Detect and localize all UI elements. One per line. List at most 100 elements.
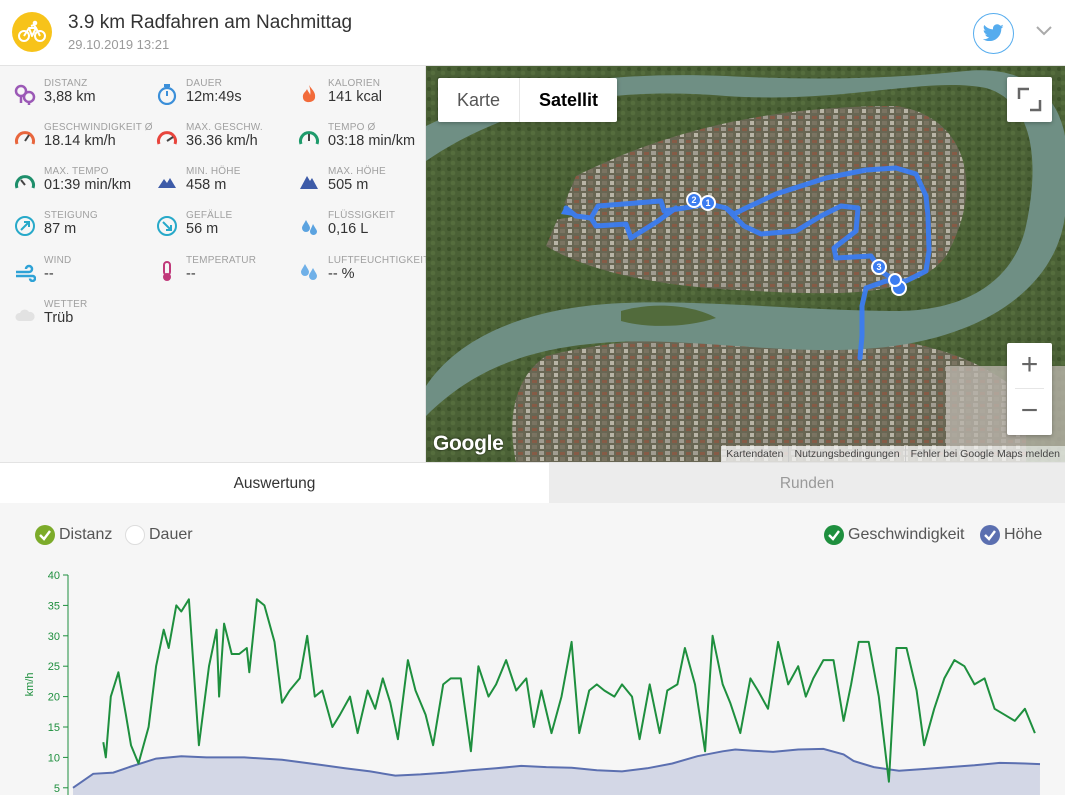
wind-icon [16,264,36,282]
y-tick-label: 15 [48,722,60,734]
y-tick-label: 40 [48,570,60,582]
stat-value: -- [186,266,196,282]
twitter-share-button[interactable] [973,13,1014,54]
y-axis-label: km/h [24,673,36,697]
stat-value: 505 m [328,177,369,193]
stat-descent: GEFÄLLE 56 m [142,210,284,250]
activity-header: 3.9 km Radfahren am Nachmittag 29.10.201… [0,0,1065,66]
report-error-link[interactable]: Fehler bei Google Maps melden [904,446,1065,462]
stat-value: 87 m [44,221,77,237]
satellite-imagery [426,66,1065,462]
zoom-in-button[interactable]: + [1007,343,1052,389]
distance-icon [14,84,36,105]
stopwatch-icon [157,84,177,105]
stat-wind: WIND -- [0,255,142,295]
flame-icon [302,85,316,103]
mountain-max-icon [300,176,318,189]
stat-value: Trüb [44,310,74,326]
tab-auswertung[interactable]: Auswertung [0,463,549,503]
y-tick-label: 30 [48,631,60,643]
stat-value: 01:39 min/km [44,177,132,193]
stat-label: MIN. HÖHE [186,166,241,177]
stat-label: MAX. TEMPO [44,166,109,177]
stat-label: GEFÄLLE [186,210,233,221]
stat-stopwatch: DAUER 12m:49s [142,78,284,118]
stat-mountain-min: MIN. HÖHE 458 m [142,166,284,206]
chevron-down-icon[interactable] [1036,26,1052,36]
descent-icon [157,216,177,236]
stat-label: FLÜSSIGKEIT [328,210,396,221]
route-marker-2[interactable]: 2 [686,192,702,208]
altitude-area [73,748,1040,795]
stat-label: MAX. HÖHE [328,166,386,177]
zoom-control: + − [1007,343,1052,435]
stat-cloud: WETTER Trüb [0,299,142,339]
zoom-divider [1015,388,1044,389]
stat-label: TEMPO Ø [328,122,376,133]
y-tick-label: 10 [48,752,60,764]
stat-speedometer-max: MAX. GESCHW. 36.36 km/h [142,122,284,162]
thermometer-icon [163,261,171,281]
route-map[interactable]: 12 3 Karte Satellit + − Google Kartendate… [426,66,1065,462]
stat-ascent: STEIGUNG 87 m [0,210,142,250]
stat-flame: KALORIEN 141 kcal [284,78,426,118]
activity-title: 3.9 km Radfahren am Nachmittag [68,12,353,33]
stat-label: GESCHWINDIGKEIT Ø [44,122,153,133]
analysis-tabs: Auswertung Runden [0,462,1065,503]
stat-value: 56 m [186,221,219,237]
route-marker-1[interactable]: 1 [700,195,716,211]
water-drops-icon [302,220,317,235]
stat-label: LUFTFEUCHTIGKEIT [328,255,430,266]
fullscreen-button[interactable] [1007,77,1052,122]
humidity-icon [301,264,317,280]
stat-water-drops: FLÜSSIGKEIT 0,16 L [284,210,426,250]
stat-label: WETTER [44,299,88,310]
y-tick-label: 35 [48,600,60,612]
stat-label: KALORIEN [328,78,381,89]
route-marker-3[interactable]: 3 [871,259,887,275]
speedometer-max-icon [157,131,177,145]
google-logo: Google [433,432,504,455]
map-type-satellit[interactable]: Satellit [519,78,617,122]
cloud-icon [15,309,35,321]
stat-label: WIND [44,255,72,266]
stat-value: 458 m [186,177,227,193]
y-tick-label: 20 [48,692,60,704]
speed-line [102,598,1036,783]
bicycle-icon [12,12,52,52]
stat-value: 18.14 km/h [44,133,116,149]
speed-altitude-chart: 5 10 15 20 25 30 35 40 km/h [24,570,1041,795]
ascent-icon [15,216,35,236]
y-tick-label: 25 [48,661,60,673]
terms-link[interactable]: Nutzungsbedingungen [788,446,904,462]
activity-date: 29.10.2019 13:21 [68,37,170,52]
stat-label: DISTANZ [44,78,88,89]
stat-value: 36.36 km/h [186,133,258,149]
map-attribution: Kartendaten Nutzungsbedingungen Fehler b… [721,446,1065,462]
stat-thermometer: TEMPERATUR -- [142,255,284,295]
stat-value: -- [44,266,54,282]
stat-label: DAUER [186,78,223,89]
stat-pace: TEMPO Ø 03:18 min/km [284,122,426,162]
stat-humidity: LUFTFEUCHTIGKEIT -- % [284,255,429,295]
activity-page: 3.9 km Radfahren am Nachmittag 29.10.201… [0,0,1065,795]
stat-label: TEMPERATUR [186,255,257,266]
pace-max-icon [15,175,35,189]
zoom-out-button[interactable]: − [1007,389,1052,435]
map-type-switch: Karte Satellit [438,78,618,122]
stat-label: STEIGUNG [44,210,98,221]
speedometer-icon [15,131,35,145]
stat-value: 141 kcal [328,89,383,105]
stat-value: 12m:49s [186,89,242,105]
stat-value: 0,16 L [328,221,369,237]
map-data-link[interactable]: Kartendaten [721,446,788,462]
stats-panel: DISTANZ 3,88 km DAUER 12m:49s KALORIEN 1… [0,66,429,462]
pace-icon [299,131,319,145]
stat-label: MAX. GESCHW. [186,122,263,133]
stat-mountain-max: MAX. HÖHE 505 m [284,166,426,206]
chart-area: Distanz Dauer Geschwindigkeit Höhe 5 10 15… [0,503,1065,795]
start-pin-icon[interactable] [888,273,902,287]
tab-runden[interactable]: Runden [549,463,1065,503]
stat-pace-max: MAX. TEMPO 01:39 min/km [0,166,142,206]
map-type-karte[interactable]: Karte [438,78,519,122]
